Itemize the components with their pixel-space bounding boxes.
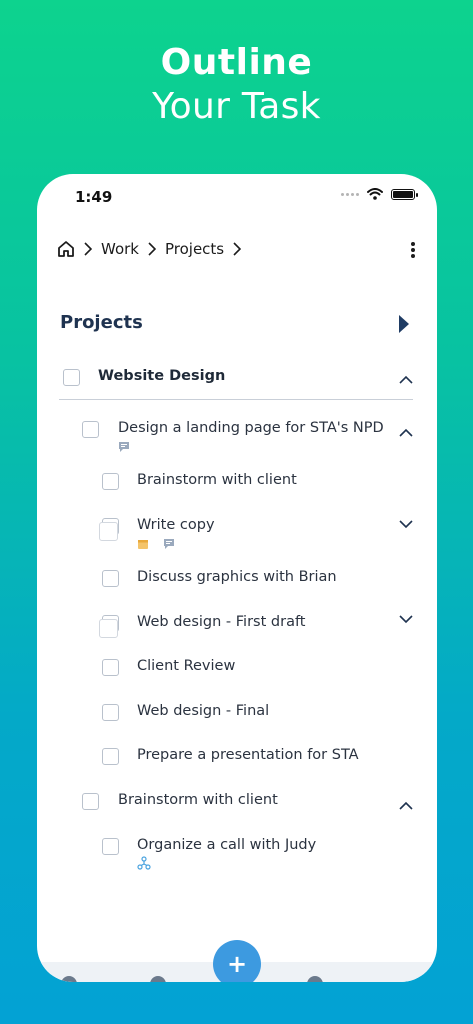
task-row-landing-page[interactable]: Design a landing page for STA's NPD [37,419,437,459]
task-checkbox[interactable] [99,615,119,638]
task-row-discuss-graphics[interactable]: Discuss graphics with Brian [37,569,437,593]
task-row-prepare-presentation[interactable]: Prepare a presentation for STA [37,747,437,771]
task-label: Client Review [137,658,236,674]
task-checkbox[interactable] [82,793,99,810]
chevron-down-icon[interactable] [399,614,413,624]
task-row-organize-call[interactable]: Organize a call with Judy [37,837,437,877]
note-icon [164,539,174,549]
task-checkbox[interactable] [102,838,119,855]
task-checkbox[interactable] [102,659,119,676]
breadcrumb: Work Projects [57,240,244,258]
signal-icon [341,192,359,196]
status-time: 1:49 [75,188,113,206]
home-icon[interactable] [57,240,75,258]
task-checkbox[interactable] [99,518,119,541]
task-label: Discuss graphics with Brian [137,569,337,585]
task-checkbox[interactable] [82,421,99,438]
task-label: Prepare a presentation for STA [137,747,359,763]
chevron-up-icon[interactable] [399,428,413,438]
task-checkbox[interactable] [102,570,119,587]
promo-subheadline: Your Task [152,86,321,127]
task-label: Design a landing page for STA's NPD [118,420,384,436]
chevron-up-icon[interactable] [399,375,413,385]
task-label: Organize a call with Judy [137,837,317,853]
task-label: Write copy [137,517,215,533]
chevron-right-icon [230,240,244,258]
note-icon [119,442,129,452]
due-date-icon [138,540,148,549]
chevron-up-icon[interactable] [399,801,413,811]
promo-headline: Outline [160,42,313,83]
task-checkbox[interactable] [102,748,119,765]
more-options-icon[interactable] [409,240,417,260]
page-title: Projects [60,312,143,333]
battery-icon [391,188,418,200]
status-icons [341,188,418,200]
subtasks-icon [137,856,151,870]
breadcrumb-item-projects[interactable]: Projects [165,240,224,258]
play-icon[interactable] [399,315,409,333]
task-row-brainstorm-client[interactable]: Brainstorm with client [37,472,437,496]
task-row-web-final[interactable]: Web design - Final [37,703,437,727]
chevron-down-icon[interactable] [399,519,413,529]
divider [59,399,413,400]
task-label: Brainstorm with client [137,472,297,488]
task-label: Web design - First draft [137,614,306,630]
task-label: Brainstorm with client [118,792,278,808]
breadcrumb-item-work[interactable]: Work [101,240,139,258]
task-checkbox[interactable] [102,473,119,490]
task-row-client-review[interactable]: Client Review [37,658,437,682]
task-label: Website Design [98,368,226,384]
task-checkbox[interactable] [63,369,80,386]
task-row-web-first-draft[interactable]: Web design - First draft [37,614,437,638]
chevron-right-icon [81,240,95,258]
task-label: Web design - Final [137,703,270,719]
task-row-brainstorm-client-2[interactable]: Brainstorm with client [37,792,437,816]
task-row-website-design[interactable]: Website Design [37,366,437,394]
phone-screen: 1:49 Work Projects Projects Website Desi… [37,174,437,982]
task-row-write-copy[interactable]: Write copy [37,517,437,557]
chevron-right-icon [145,240,159,258]
add-task-button[interactable]: + [213,940,261,982]
wifi-icon [367,188,383,200]
task-checkbox[interactable] [102,704,119,721]
